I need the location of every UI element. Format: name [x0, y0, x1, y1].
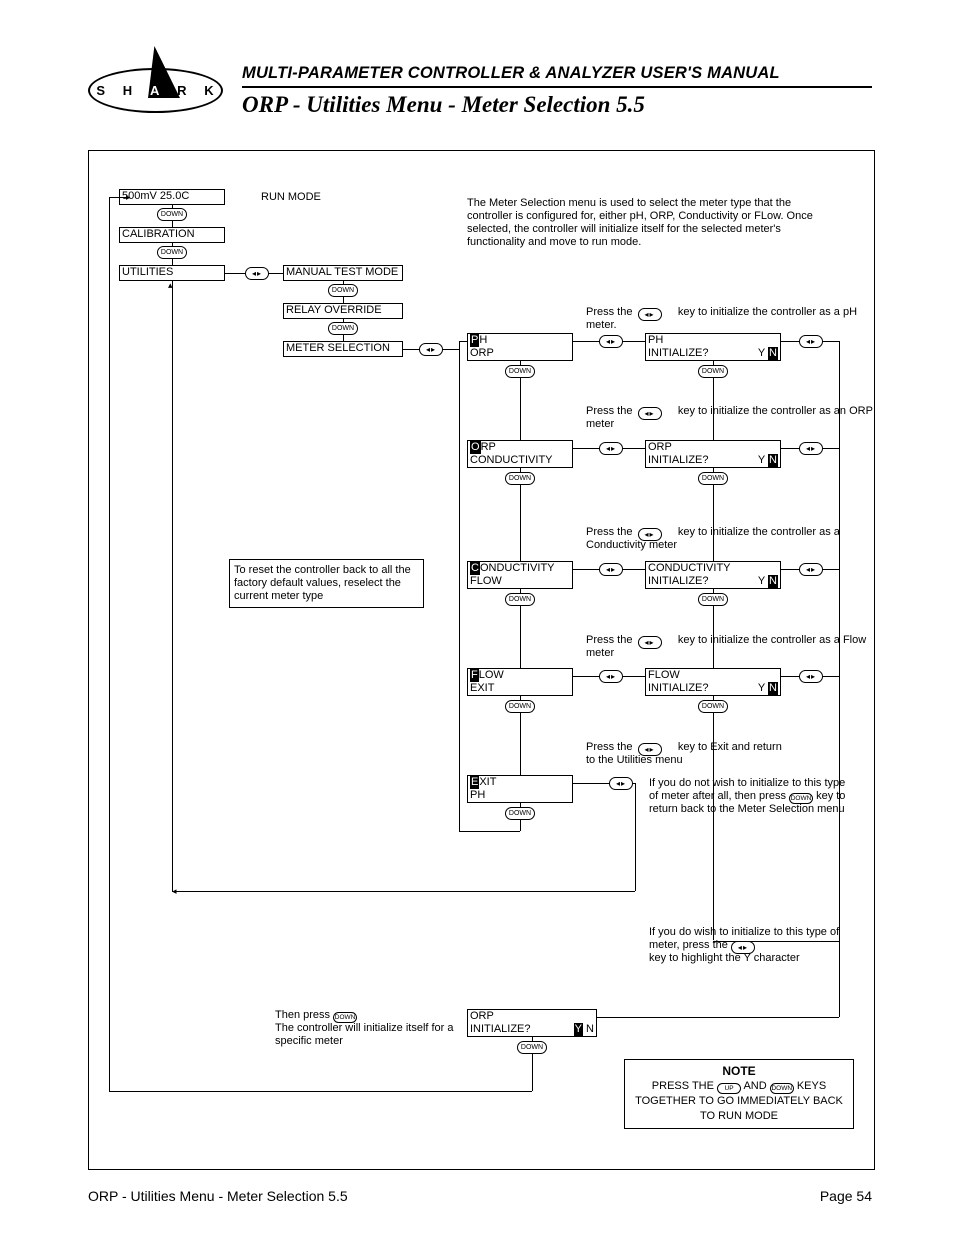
logo-letter: S	[96, 83, 106, 98]
leftright-key-icon	[799, 335, 823, 348]
exit-side-note: If you do not wish to initialize to this…	[649, 777, 849, 816]
lcd-ph-b: PH INITIALIZE? Y N	[645, 333, 781, 361]
lcd-ph-a: PHORP	[467, 333, 573, 361]
lcd-orp-b: ORP INITIALIZE? Y N	[645, 440, 781, 468]
down-key-icon: DOWN	[505, 472, 535, 485]
lcd-exit-a: EXITPH	[467, 775, 573, 803]
shark-logo: S H A R K	[88, 58, 223, 113]
run-mode-label: RUN MODE	[261, 191, 321, 204]
down-key-icon: DOWN	[789, 793, 813, 804]
down-key-icon: DOWN	[157, 246, 187, 259]
footer-right: Page 54	[820, 1188, 872, 1204]
lcd-orp-a: ORPCONDUCTIVITY	[467, 440, 573, 468]
down-key-icon: DOWN	[517, 1041, 547, 1054]
page: S H A R K MULTI-PARAMETER CONTROLLER & A…	[0, 0, 954, 1235]
leftright-key-icon	[638, 308, 662, 321]
down-key-icon: DOWN	[157, 208, 187, 221]
lcd-meter-selection: METER SELECTION	[283, 341, 403, 357]
logo-letter: K	[204, 83, 214, 98]
reset-note: To reset the controller back to all the …	[229, 559, 424, 608]
arrow-up-icon: ▴	[168, 281, 173, 290]
intro-text: The Meter Selection menu is used to sele…	[467, 197, 837, 249]
down-key-icon: DOWN	[505, 700, 535, 713]
up-key-icon: UP	[717, 1083, 741, 1094]
leftright-key-icon	[599, 442, 623, 455]
leftright-key-icon	[609, 777, 633, 790]
lcd-manual-test: MANUAL TEST MODE	[283, 265, 403, 281]
hint-flow: Press the key to initialize the controll…	[586, 634, 874, 660]
down-key-icon: DOWN	[505, 365, 535, 378]
confirm-note: If you do wish to initialize to this typ…	[649, 926, 849, 965]
lcd-run: 500mV 25.0C	[119, 189, 225, 205]
lcd-flow-a: FLOWEXIT	[467, 668, 573, 696]
leftright-key-icon	[638, 407, 662, 420]
down-key-icon: DOWN	[698, 700, 728, 713]
down-key-icon: DOWN	[698, 593, 728, 606]
leftright-key-icon	[731, 941, 755, 954]
down-key-icon: DOWN	[328, 322, 358, 335]
leftright-key-icon	[638, 636, 662, 649]
logo-letter: A	[150, 83, 160, 98]
leftright-key-icon	[599, 335, 623, 348]
lcd-calibration: CALIBRATION	[119, 227, 225, 243]
hint-cond: Press the key to initialize the controll…	[586, 526, 874, 552]
footer-left: ORP - Utilities Menu - Meter Selection 5…	[88, 1188, 348, 1204]
leftright-key-icon	[638, 528, 662, 541]
down-key-icon: DOWN	[333, 1012, 357, 1023]
hint-ph: Press the key to initialize the controll…	[586, 306, 874, 332]
down-key-icon: DOWN	[505, 593, 535, 606]
hint-orp: Press the key to initialize the controll…	[586, 405, 874, 431]
lcd-flow-b: FLOW INITIALIZE? Y N	[645, 668, 781, 696]
note-box: NOTE PRESS THE UP AND DOWN KEYS TOGETHER…	[624, 1059, 854, 1129]
lcd-relay-override: RELAY OVERRIDE	[283, 303, 403, 319]
lcd-cond-a: CONDUCTIVITYFLOW	[467, 561, 573, 589]
down-key-icon: DOWN	[698, 365, 728, 378]
then-press-note: Then press DOWN The controller will init…	[275, 1009, 475, 1048]
leftright-key-icon	[599, 563, 623, 576]
lcd-cond-b: CONDUCTIVITY INITIALIZE? Y N	[645, 561, 781, 589]
down-key-icon: DOWN	[770, 1083, 794, 1094]
hint-exit: Press the key to Exit and return to the …	[586, 741, 786, 767]
down-key-icon: DOWN	[698, 472, 728, 485]
leftright-key-icon	[799, 670, 823, 683]
page-title: ORP - Utilities Menu - Meter Selection 5…	[242, 92, 872, 118]
header-subtitle: MULTI-PARAMETER CONTROLLER & ANALYZER US…	[242, 64, 872, 83]
lcd-final: ORP INITIALIZE? Y N	[467, 1009, 597, 1037]
logo-letter: H	[123, 83, 133, 98]
arrow-right-icon: ▸	[126, 193, 131, 202]
down-key-icon: DOWN	[328, 284, 358, 297]
leftright-key-icon	[799, 563, 823, 576]
header-rule	[242, 86, 872, 88]
lcd-utilities: UTILITIES	[119, 265, 225, 281]
down-key-icon: DOWN	[505, 807, 535, 820]
arrow-left-icon: ◂	[172, 887, 177, 896]
leftright-key-icon	[799, 442, 823, 455]
leftright-key-icon	[599, 670, 623, 683]
leftright-key-icon	[245, 267, 269, 280]
leftright-key-icon	[638, 743, 662, 756]
logo-letter: R	[177, 83, 187, 98]
leftright-key-icon	[419, 343, 443, 356]
diagram-frame: The Meter Selection menu is used to sele…	[88, 150, 875, 1170]
